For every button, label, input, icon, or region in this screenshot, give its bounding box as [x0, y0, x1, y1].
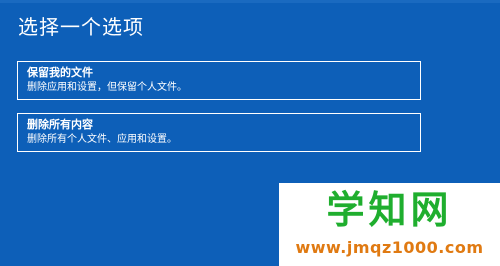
option-description: 删除所有个人文件、应用和设置。 — [27, 134, 177, 145]
watermark-logo: 学知网 — [326, 188, 453, 232]
reset-pc-panel: 选择一个选项 保留我的文件 删除应用和设置，但保留个人文件。 删除所有内容 删除… — [0, 0, 500, 266]
option-title: 删除所有内容 — [27, 118, 93, 131]
top-strip — [0, 0, 500, 3]
watermark: 学知网 www.jmqz1000.com — [279, 183, 500, 266]
keep-my-files-option[interactable]: 保留我的文件 删除应用和设置，但保留个人文件。 — [17, 61, 421, 100]
option-description: 删除应用和设置，但保留个人文件。 — [27, 82, 187, 93]
watermark-url: www.jmqz1000.com — [295, 238, 484, 257]
page-title: 选择一个选项 — [18, 15, 144, 39]
remove-everything-option[interactable]: 删除所有内容 删除所有个人文件、应用和设置。 — [17, 113, 421, 152]
option-title: 保留我的文件 — [27, 66, 93, 79]
